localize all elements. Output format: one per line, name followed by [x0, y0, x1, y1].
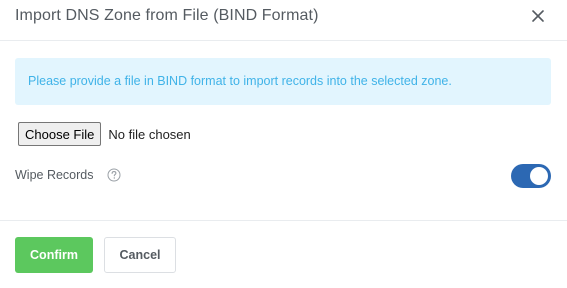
info-alert-message: Please provide a file in BIND format to … [28, 74, 452, 88]
file-status-text: No file chosen [108, 126, 191, 142]
question-circle-icon[interactable] [107, 168, 121, 182]
footer-divider [0, 220, 567, 221]
toggle-knob [530, 167, 548, 185]
wipe-records-toggle[interactable] [511, 164, 551, 188]
cancel-button[interactable]: Cancel [104, 237, 176, 273]
dialog-title: Import DNS Zone from File (BIND Format) [15, 7, 319, 24]
wipe-records-label: Wipe Records [15, 168, 94, 182]
import-dns-zone-dialog: Import DNS Zone from File (BIND Format) … [0, 0, 567, 288]
close-icon [532, 10, 544, 22]
confirm-button[interactable]: Confirm [15, 237, 93, 273]
choose-file-button[interactable]: Choose File [18, 122, 102, 146]
info-alert: Please provide a file in BIND format to … [15, 58, 551, 105]
close-button[interactable] [531, 9, 545, 23]
file-input: Choose File No file chosen [18, 122, 191, 146]
dialog-header: Import DNS Zone from File (BIND Format) [0, 0, 567, 41]
